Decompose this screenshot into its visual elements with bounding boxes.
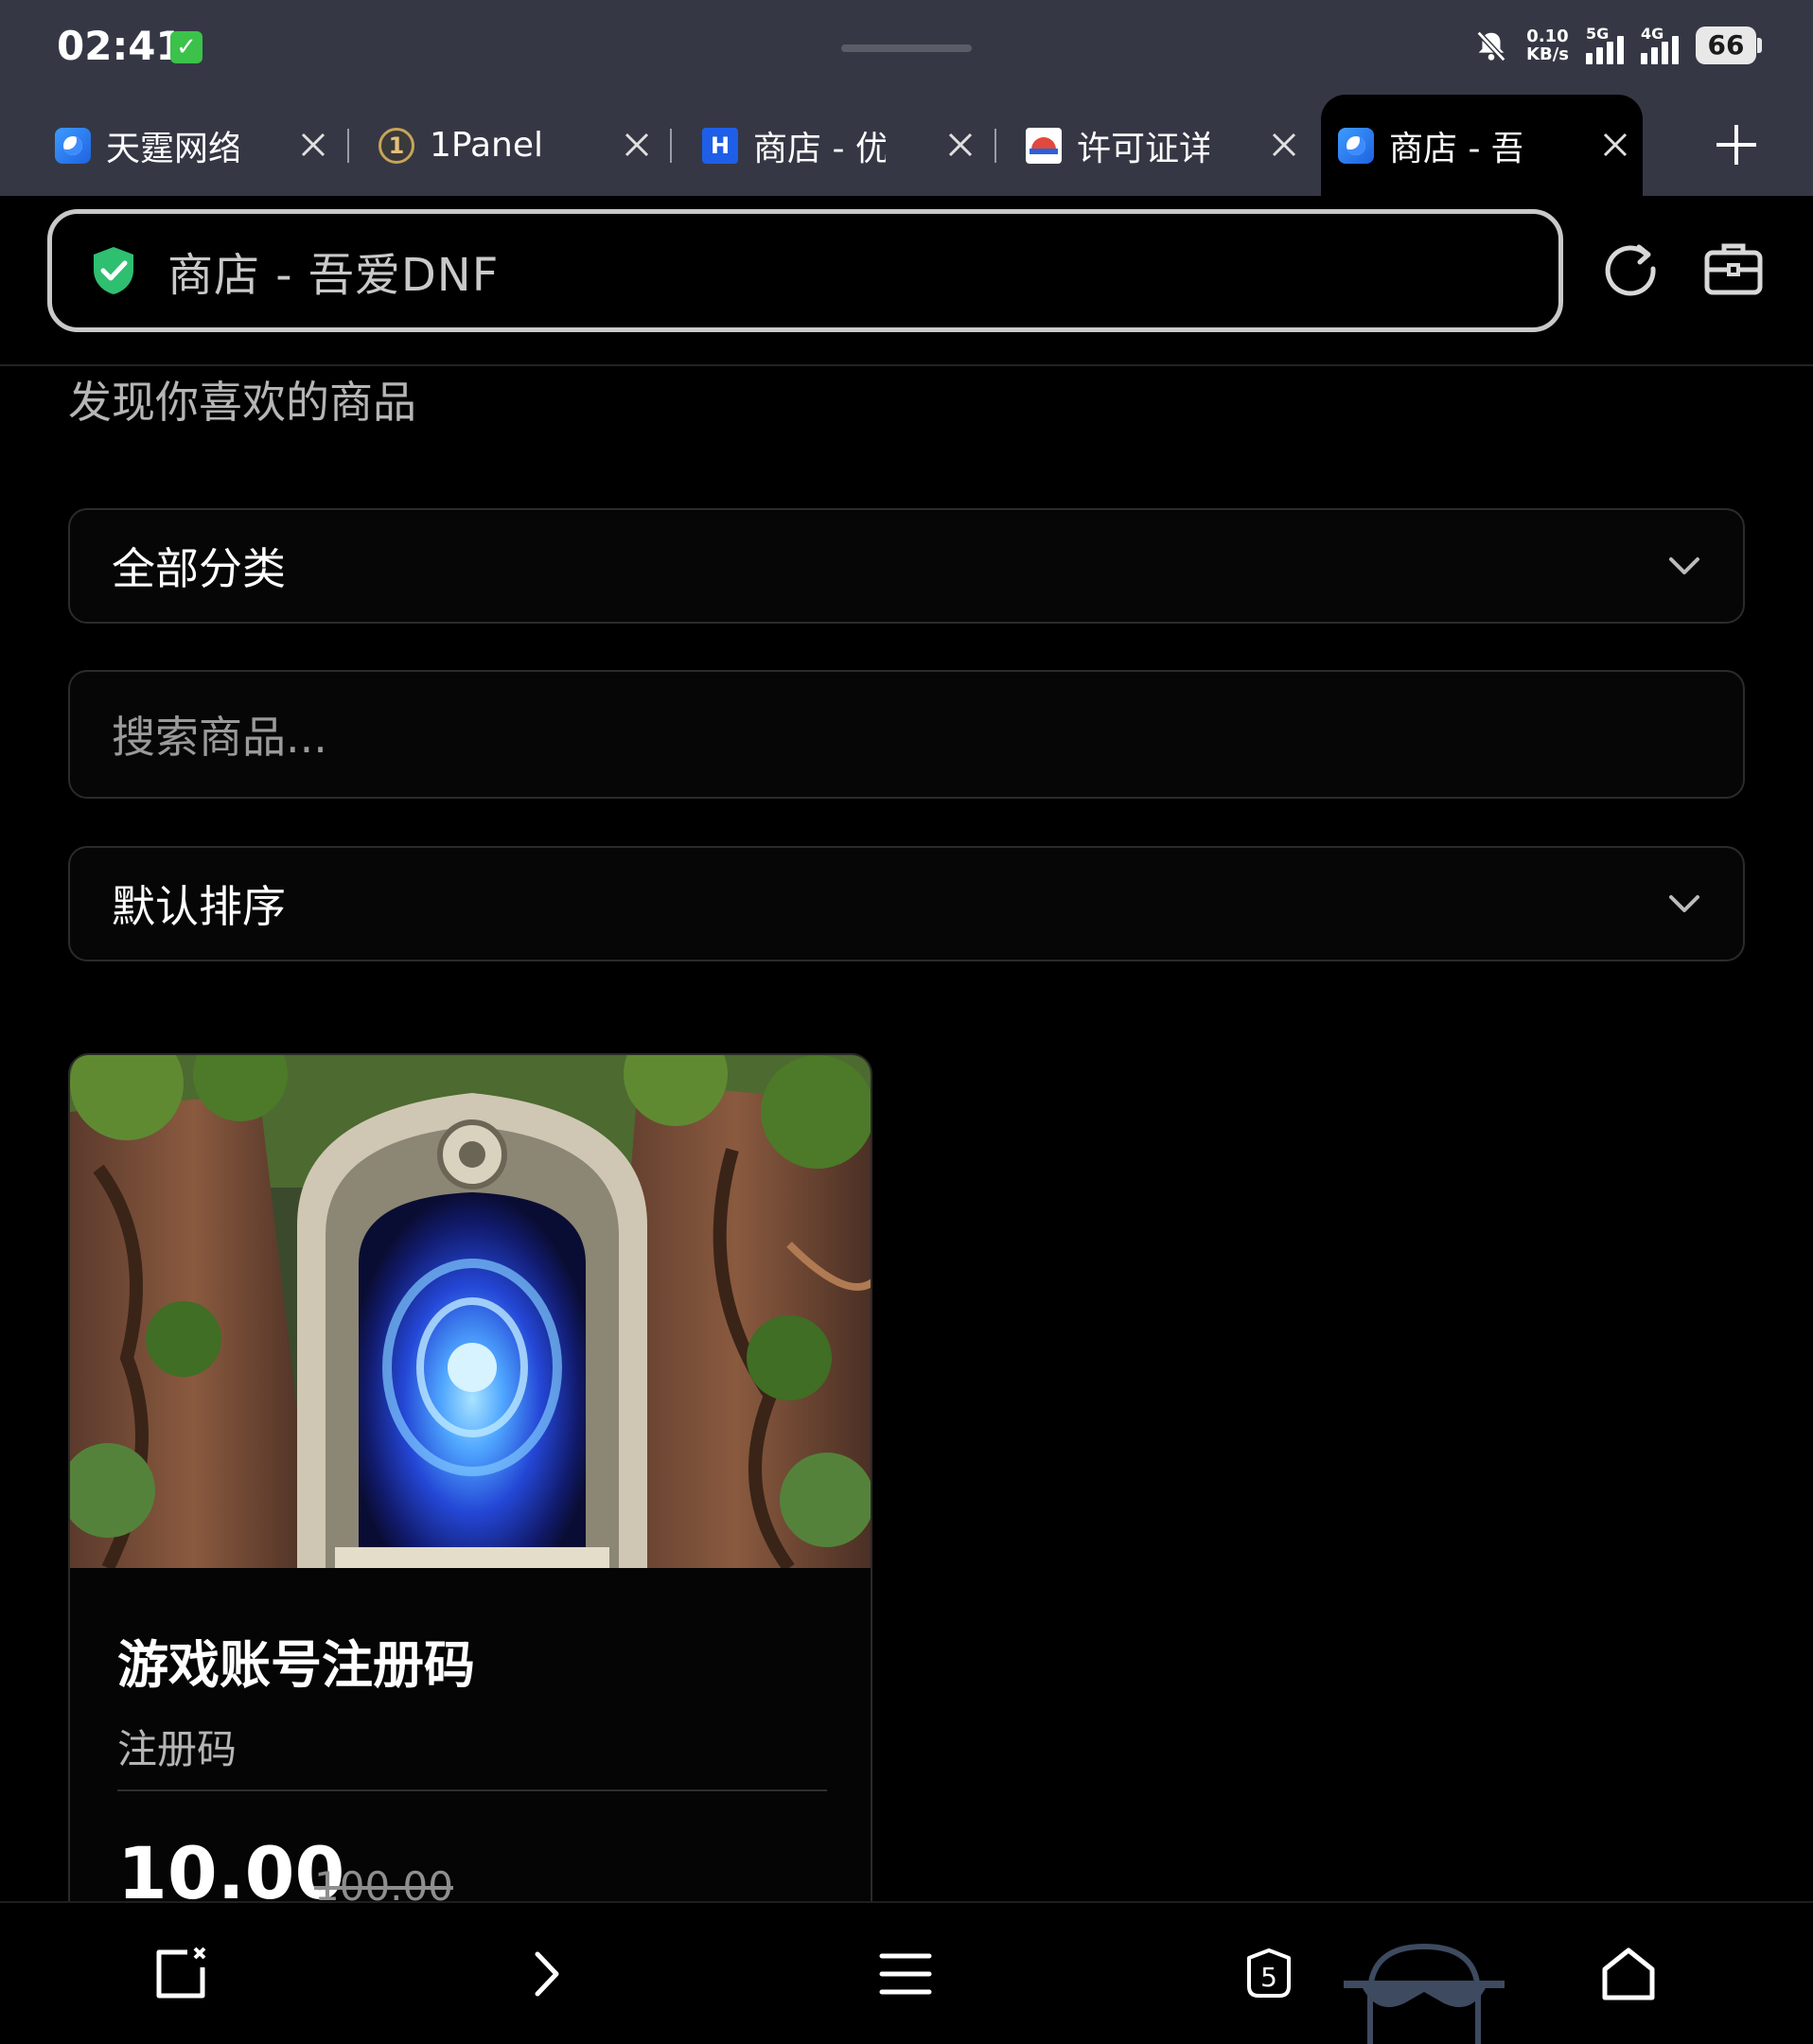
tab-separator [347,129,349,163]
menu-icon [879,1953,932,1995]
address-bar[interactable]: 商店 - 吾爱DNF [47,209,1563,332]
search-input-placeholder: 搜索商品... [112,712,327,763]
new-note-icon [156,1947,206,1999]
search-input[interactable]: 搜索商品... [68,670,1745,799]
h-favicon-icon: H [702,127,738,164]
notification-check-icon: ✓ [170,31,202,63]
sort-select-value: 默认排序 [112,881,286,932]
network-speed-value: 0.10 [1526,26,1569,46]
network-speed: 0.10 KB/s [1526,27,1569,63]
tab-title: 许可证详 [1077,129,1209,168]
tab-separator [670,129,672,163]
category-select-value: 全部分类 [112,543,286,594]
category-select[interactable]: 全部分类 [68,508,1745,624]
product-image [70,1055,871,1568]
tab-strip: 天霆网络 1 1Panel H 商店 - 优 许可证详 商店 - 吾 [0,95,1813,196]
bottom-navigation: 5 [0,1901,1813,2044]
page-subtitle: 发现你喜欢的商品 [68,377,416,428]
drag-handle[interactable] [841,44,972,52]
close-icon[interactable] [1601,131,1629,159]
signal-4g-label: 4G [1641,25,1664,43]
status-bar: 02:41 ✓ 0.10 KB/s 5G 4G 66 [0,0,1813,95]
product-price: 10.00 [117,1831,345,1901]
tab-separator [995,129,996,163]
home-button[interactable] [1599,1945,1658,2003]
license-favicon-icon [1026,127,1062,164]
chevron-down-icon [1669,895,1699,912]
sort-select[interactable]: 默认排序 [68,846,1745,961]
tab-3[interactable]: H 商店 - 优 [685,95,988,196]
close-icon[interactable] [1270,131,1298,159]
tab-1[interactable]: 天霆网络 [38,95,341,196]
close-icon[interactable] [623,131,651,159]
status-time: 02:41 [57,23,184,69]
address-text: 商店 - 吾爱DNF [167,249,500,302]
tab-title: 商店 - 吾 [1389,129,1522,168]
browser-favicon-icon [1338,127,1374,164]
browser-top-chrome: 02:41 ✓ 0.10 KB/s 5G 4G 66 天霆网络 1 1Panel… [0,0,1813,196]
network-speed-unit: KB/s [1526,44,1569,64]
tabs-button[interactable]: 5 [1240,1945,1298,2003]
signal-5g-label: 5G [1586,25,1610,43]
bell-muted-icon [1476,30,1506,62]
product-card[interactable]: 游戏账号注册码 注册码 10.00 100.00 [68,1053,872,1901]
home-icon [1602,1947,1655,2000]
chevron-down-icon [1669,557,1699,574]
close-icon[interactable] [946,131,975,159]
product-title[interactable]: 游戏账号注册码 [117,1623,475,1698]
tab-5-active[interactable]: 商店 - 吾 [1321,95,1643,196]
toolbox-icon[interactable] [1703,239,1764,298]
shop-page: 发现你喜欢的商品 全部分类 搜索商品... 默认排序 游戏账号注册码 注册码 1… [0,368,1813,1901]
tab-title: 商店 - 优 [753,129,886,168]
signal-5g-icon: 5G [1586,25,1624,64]
1panel-favicon-icon: 1 [378,127,414,164]
battery-indicator: 66 [1696,26,1762,64]
forward-button[interactable] [517,1945,575,2003]
card-divider [117,1789,827,1791]
tab-2[interactable]: 1 1Panel [361,95,664,196]
new-note-button[interactable] [151,1945,210,2003]
tabs-count-icon: 5 [1247,1948,1291,1998]
status-indicators: 0.10 KB/s 5G 4G 66 [1473,25,1762,64]
address-row: 商店 - 吾爱DNF [0,196,1813,366]
menu-button[interactable] [876,1945,935,2003]
product-original-price: 100.00 [314,1863,453,1901]
tab-count: 5 [1260,1962,1277,1993]
mascot-assistant-icon[interactable] [1344,1937,1505,2044]
signal-4g-icon: 4G [1641,25,1679,64]
tab-4[interactable]: 许可证详 [1009,95,1311,196]
reload-icon[interactable] [1601,239,1660,298]
chevron-right-icon [535,1951,559,1997]
shield-check-icon [94,247,133,294]
close-icon[interactable] [299,131,327,159]
tab-title: 1Panel [430,126,544,165]
product-subtitle: 注册码 [117,1726,238,1772]
browser-favicon-icon [55,127,91,164]
tab-title: 天霆网络 [106,129,238,168]
new-tab-plus-icon[interactable] [1715,123,1758,167]
